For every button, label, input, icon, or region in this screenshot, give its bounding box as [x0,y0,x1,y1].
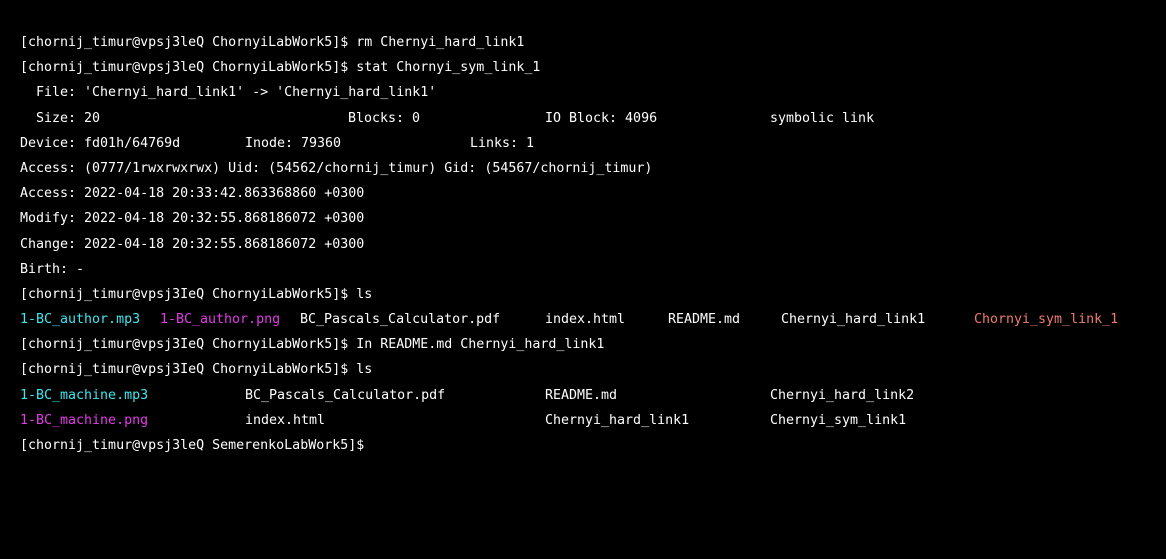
list-item: BC_Pascals_Calculator.pdf [245,387,446,403]
list-item: 1-BC_author.mp3 [20,312,141,328]
ls-output-line: 1-BC_machine.png index.html Chernyi_hard… [20,408,1160,433]
terminal-output[interactable]: [chornij_timur@vpsj3leQ ChornyiLabWork5]… [20,30,1160,458]
list-item: Chornyi_sym_link_1 [974,312,1119,328]
list-item: README.md [668,312,741,328]
list-item: README.md [545,387,618,403]
command-line: [chornij_timur@vpsj3leQ ChornyiLabWork5]… [20,35,525,50]
list-item: 1-BC_author.png [160,312,281,328]
stat-device-line: Device: fd01h/64769d Inode: 79360 Links:… [20,131,1160,156]
list-item: index.html [545,312,626,328]
command-line: [chornij_timur@vpsj3IeQ ChornyiLabWork5]… [20,362,373,378]
stat-io-block: IO Block: 4096 [545,110,658,126]
list-item: 1-BC_machine.png [20,412,149,428]
stat-inode: Inode: 79360 [245,135,342,151]
stat-access-time-line: Access: 2022-04-18 20:33:42.863368860 +0… [20,186,365,202]
list-item: BC_Pascals_Calculator.pdf [300,312,501,328]
stat-birth-line: Birth: - [20,261,85,277]
ls-output-line: 1-BC_author.mp3 1-BC_author.png BC_Pasca… [20,307,1160,332]
list-item: 1-BC_machine.mp3 [20,387,149,403]
stat-links: Links: 1 [470,135,535,151]
command-line: [chornij_timur@vpsj3leQ ChornyiLabWork5]… [20,60,541,76]
stat-access-perms-line: Access: (0777/1rwxrwxrwx) Uid: (54562/ch… [20,160,653,176]
stat-blocks: Blocks: 0 [348,110,421,126]
stat-modify-time-line: Modify: 2022-04-18 20:32:55.868186072 +0… [20,211,365,227]
command-line: [chornij_timur@vpsj3IeQ ChornyiLabWork5]… [20,286,373,302]
list-item: Chernyi_hard_link1 [545,412,690,428]
command-line: [chornij_timur@vpsj3IeQ ChornyiLabWork5]… [20,337,605,353]
list-item: index.html [245,412,326,428]
list-item: Chernyi_hard_link1 [781,312,926,328]
stat-size-line: Size: 20 Blocks: 0 IO Block: 4096 symbol… [20,106,1160,131]
command-prompt[interactable]: [chornij_timur@vpsj3leQ SemerenkoLabWork… [20,433,1160,458]
stat-size: Size: 20 [20,110,101,126]
stat-file-line: File: 'Chernyi_hard_link1' -> 'Chernyi_h… [20,85,437,101]
terminal-screen: { "colors": { "background": "#000000", "… [0,0,1166,499]
list-item: Chernyi_sym_link1 [770,412,907,428]
stat-file-type: symbolic link [770,110,875,126]
ls-output-line: 1-BC_machine.mp3 BC_Pascals_Calculator.p… [20,383,1160,408]
stat-change-time-line: Change: 2022-04-18 20:32:55.868186072 +0… [20,236,365,252]
stat-device: Device: fd01h/64769d [20,135,181,151]
list-item: Chernyi_hard_link2 [770,387,915,403]
